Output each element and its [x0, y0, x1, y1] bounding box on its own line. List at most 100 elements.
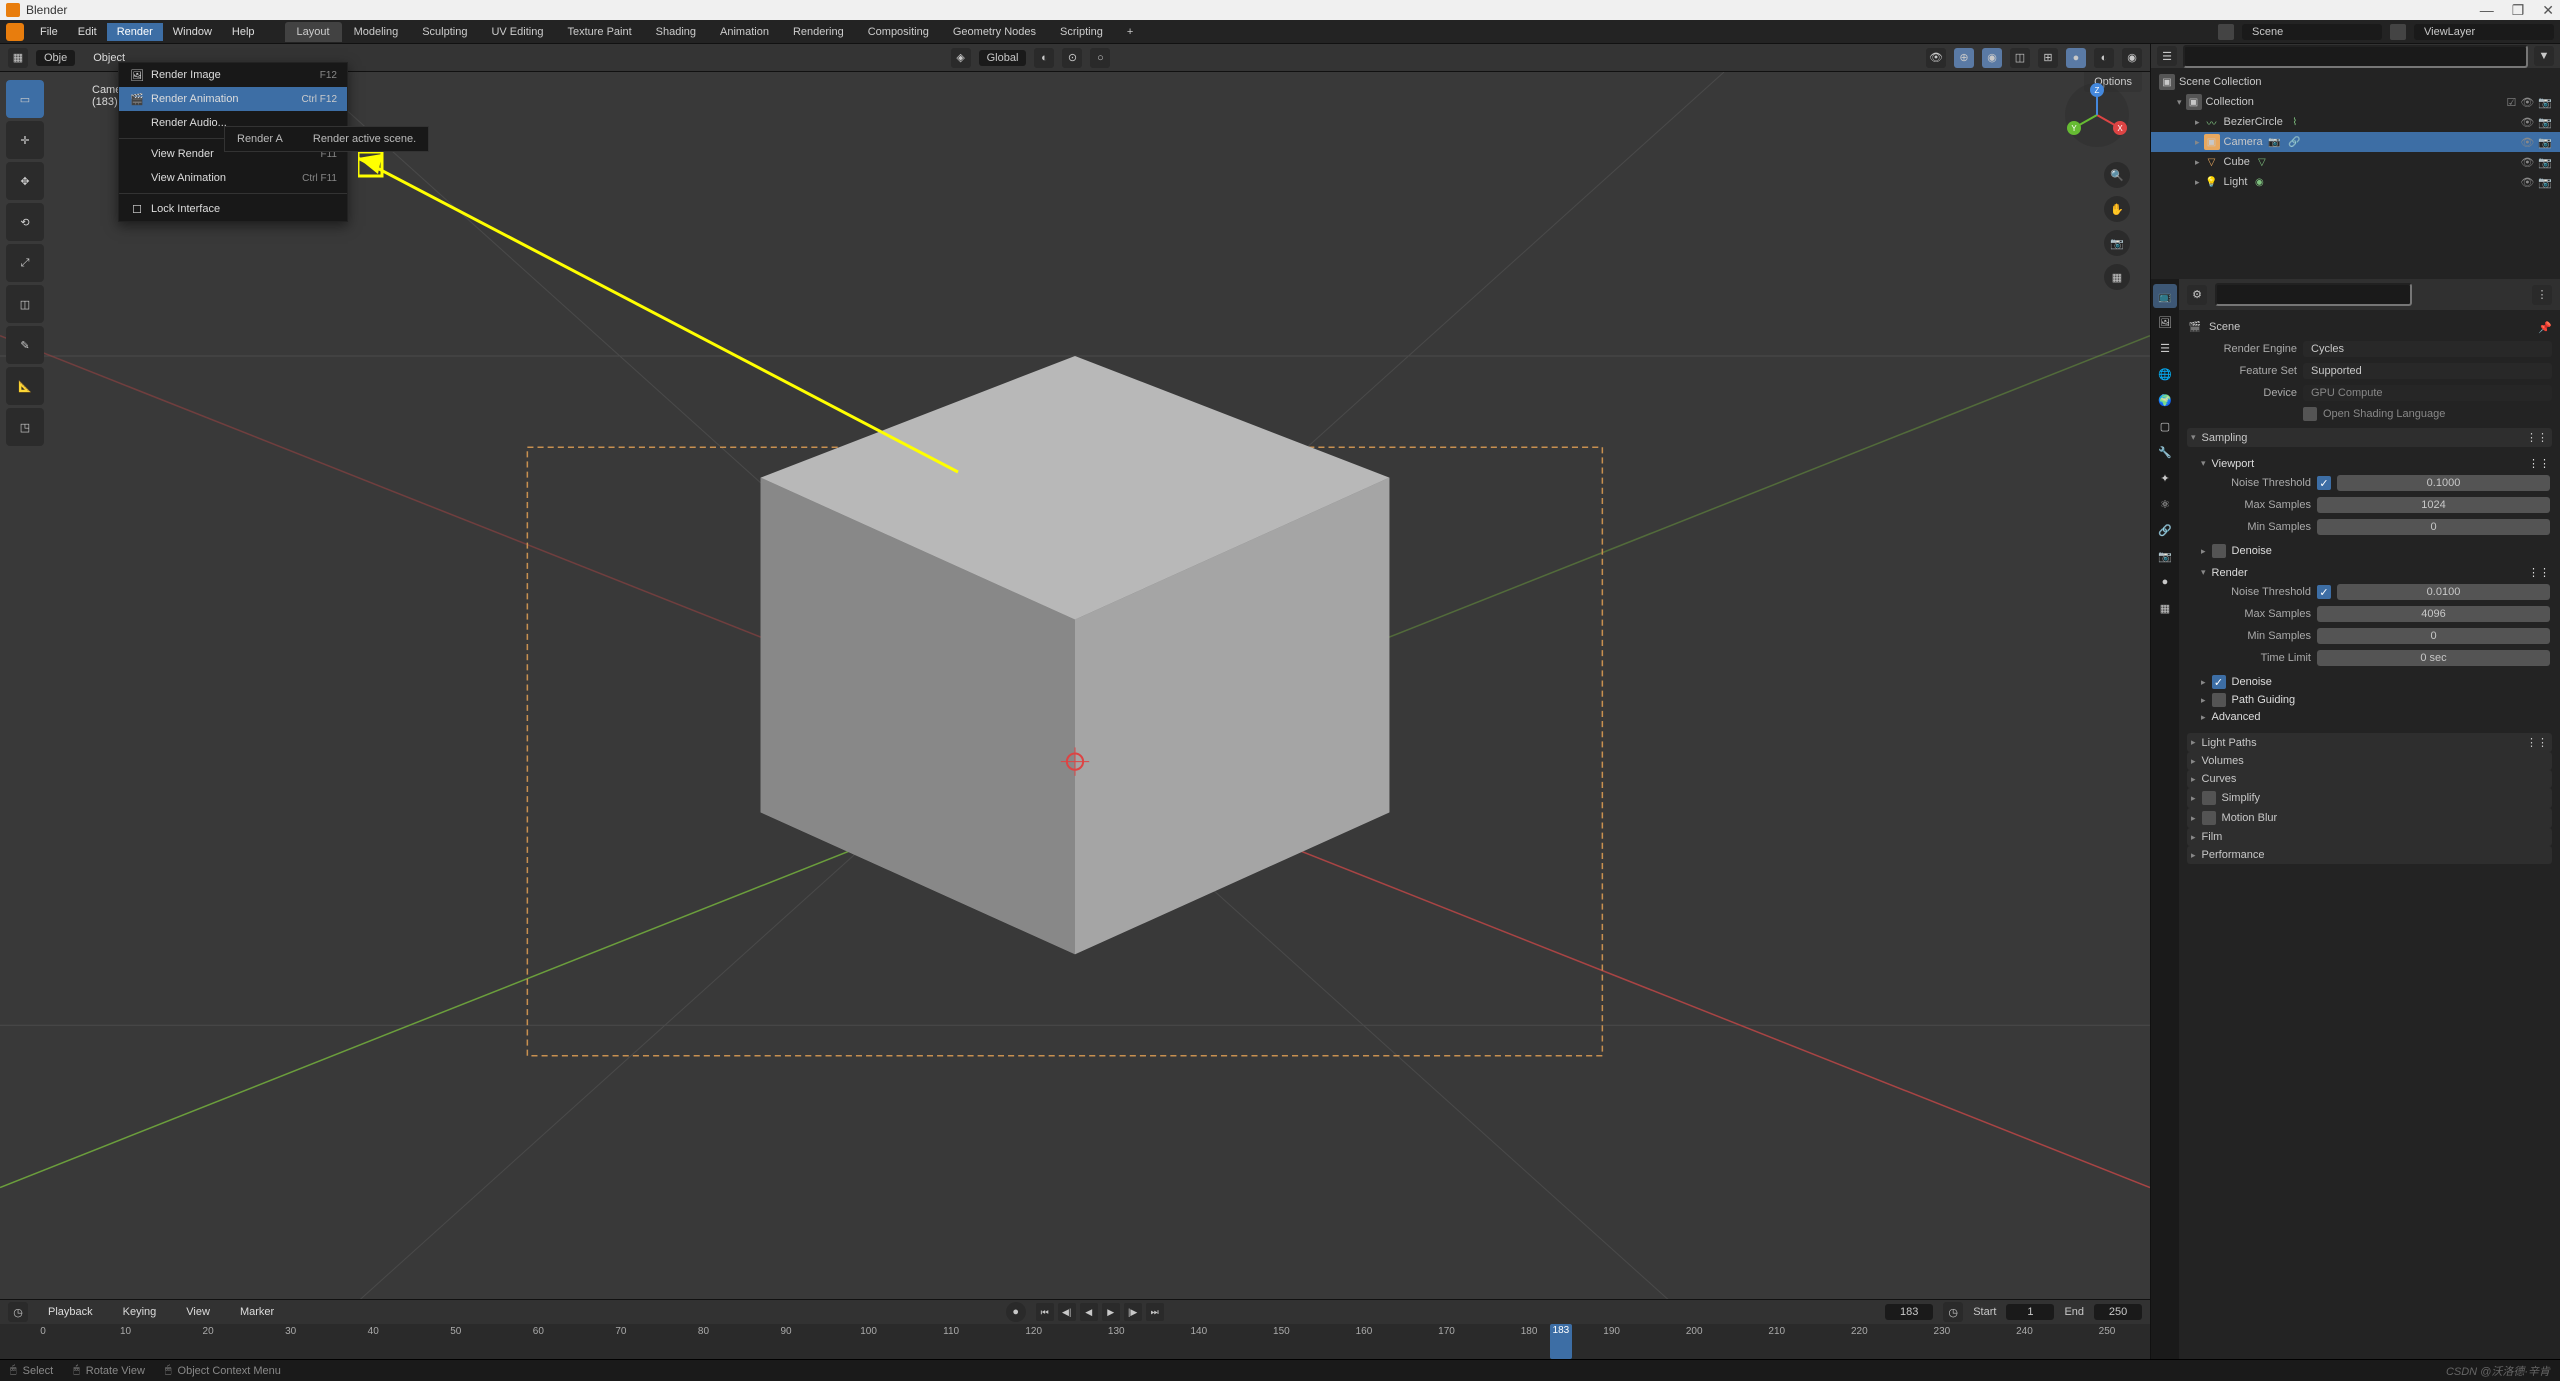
max-samples-field[interactable]: 4096 — [2317, 606, 2550, 622]
denoise-vp-checkbox[interactable] — [2212, 544, 2226, 558]
axis-gizmo[interactable]: X Y Z — [2062, 80, 2132, 150]
shading-wireframe-icon[interactable]: ⊞ — [2038, 48, 2058, 68]
tree-collection[interactable]: ▾ ▣ Collection ☑ 👁 📷 — [2151, 92, 2560, 112]
denoise-r-checkbox[interactable]: ✓ — [2212, 675, 2226, 689]
menu-help[interactable]: Help — [222, 23, 265, 41]
max-samples-field[interactable]: 1024 — [2317, 497, 2550, 513]
min-samples-field[interactable]: 0 — [2317, 519, 2550, 535]
jump-start-button[interactable]: ⏮ — [1036, 1303, 1054, 1321]
noise-threshold-field[interactable]: 0.0100 — [2337, 584, 2550, 600]
menu-file[interactable]: File — [30, 23, 68, 41]
camera-view-icon[interactable]: 📷 — [2104, 230, 2130, 256]
tab-sculpting[interactable]: Sculpting — [410, 22, 479, 42]
disable-render-icon[interactable]: 📷 — [2538, 96, 2552, 109]
visibility-icon[interactable]: 👁 — [1926, 48, 1946, 68]
light-paths-header[interactable]: ▸Light Paths⋮⋮ — [2187, 733, 2552, 752]
tree-item-camera[interactable]: ▸ ▣ Camera 📷 🔗 👁📷 — [2151, 132, 2560, 152]
tab-physics[interactable]: ⚛ — [2153, 492, 2177, 516]
path-guiding-checkbox[interactable] — [2212, 693, 2226, 707]
snap-icon[interactable]: ◐ — [1034, 48, 1054, 68]
chevron-right-icon[interactable]: ▸ — [2195, 137, 2200, 148]
volumes-header[interactable]: ▸Volumes — [2187, 752, 2552, 770]
tab-texture-paint[interactable]: Texture Paint — [555, 22, 643, 42]
overlays-icon[interactable]: ◉ — [1982, 48, 2002, 68]
viewlayer-dropdown[interactable]: ViewLayer — [2414, 24, 2554, 40]
tab-viewlayer[interactable]: ☰ — [2153, 336, 2177, 360]
tab-shading[interactable]: Shading — [644, 22, 708, 42]
chevron-right-icon[interactable]: ▸ — [2195, 157, 2200, 168]
tool-select-box[interactable]: ▭ — [6, 80, 44, 118]
render-image-item[interactable]: 🖼 Render Image F12 — [119, 63, 347, 87]
blender-logo-icon[interactable] — [6, 23, 24, 41]
render-animation-item[interactable]: 🎬 Render Animation Ctrl F12 — [119, 87, 347, 111]
pan-icon[interactable]: ✋ — [2104, 196, 2130, 222]
end-frame-field[interactable]: 250 — [2094, 1304, 2142, 1320]
noise-threshold-checkbox[interactable]: ✓ — [2317, 585, 2331, 599]
properties-editor-icon[interactable]: ⚙ — [2187, 285, 2207, 305]
simplify-checkbox[interactable] — [2202, 791, 2216, 805]
timeline-editor-icon[interactable]: ◷ — [8, 1302, 28, 1322]
tab-world[interactable]: 🌍 — [2153, 388, 2177, 412]
tab-data[interactable]: 📷 — [2153, 544, 2177, 568]
keyframe-prev-button[interactable]: ◀| — [1058, 1303, 1076, 1321]
panel-menu-icon[interactable]: ⋮⋮ — [2526, 736, 2548, 749]
tab-modifier[interactable]: 🔧 — [2153, 440, 2177, 464]
chevron-right-icon[interactable]: ▸ — [2195, 117, 2200, 128]
tab-modeling[interactable]: Modeling — [342, 22, 411, 42]
scene-dropdown[interactable]: Scene — [2242, 24, 2382, 40]
device-dropdown[interactable]: GPU Compute — [2303, 385, 2552, 401]
render-subsection-header[interactable]: ▾Render⋮⋮ — [2201, 564, 2550, 581]
menu-window[interactable]: Window — [163, 23, 222, 41]
tab-texture[interactable]: ▦ — [2153, 596, 2177, 620]
tab-rendering[interactable]: Rendering — [781, 22, 856, 42]
chevron-right-icon[interactable]: ▸ — [2195, 177, 2200, 188]
tool-measure[interactable]: 📐 — [6, 367, 44, 405]
tool-annotate[interactable]: ✎ — [6, 326, 44, 364]
options-icon[interactable]: ⋮ — [2532, 285, 2552, 305]
perspective-icon[interactable]: ▦ — [2104, 264, 2130, 290]
menu-render[interactable]: Render — [107, 23, 163, 41]
tool-add[interactable]: ◳ — [6, 408, 44, 446]
panel-menu-icon[interactable]: ⋮⋮ — [2526, 431, 2548, 444]
tab-compositing[interactable]: Compositing — [856, 22, 941, 42]
shading-matprev-icon[interactable]: ◐ — [2094, 48, 2114, 68]
tab-render[interactable]: 📺 — [2153, 284, 2177, 308]
exclude-checkbox[interactable]: ☑ — [2506, 96, 2516, 109]
timeline-ruler[interactable]: 183 010203040506070809010011012013014015… — [0, 1324, 2150, 1359]
tab-animation[interactable]: Animation — [708, 22, 781, 42]
tab-scripting[interactable]: Scripting — [1048, 22, 1115, 42]
min-samples-field[interactable]: 0 — [2317, 628, 2550, 644]
add-workspace-button[interactable]: + — [1115, 22, 1145, 42]
tree-item-cube[interactable]: ▸ ▽ Cube ▽ 👁📷 — [2151, 152, 2560, 172]
disable-render-icon[interactable]: 📷 — [2538, 136, 2552, 149]
orientation-dropdown[interactable]: Global — [979, 50, 1027, 66]
tool-scale[interactable]: ⤢ — [6, 244, 44, 282]
shading-rendered-icon[interactable]: ◉ — [2122, 48, 2142, 68]
keyframe-next-button[interactable]: |▶ — [1124, 1303, 1142, 1321]
osl-checkbox[interactable] — [2303, 407, 2317, 421]
hide-icon[interactable]: 👁 — [2520, 96, 2534, 109]
panel-menu-icon[interactable]: ⋮⋮ — [2528, 457, 2550, 470]
timeline-playback[interactable]: Playback — [38, 1303, 103, 1321]
jump-end-button[interactable]: ⏭ — [1146, 1303, 1164, 1321]
tab-scene[interactable]: 🌐 — [2153, 362, 2177, 386]
properties-search-input[interactable] — [2215, 283, 2412, 306]
outliner-search-input[interactable] — [2183, 45, 2528, 68]
auto-key-icon[interactable]: ● — [1006, 1302, 1026, 1322]
hide-icon[interactable]: 👁 — [2520, 176, 2534, 189]
noise-threshold-field[interactable]: 0.1000 — [2337, 475, 2550, 491]
pin-icon[interactable]: 📌 — [2538, 321, 2552, 334]
orientation-icon[interactable]: ◈ — [951, 48, 971, 68]
tool-transform[interactable]: ◫ — [6, 285, 44, 323]
timeline-keying[interactable]: Keying — [113, 1303, 167, 1321]
render-engine-dropdown[interactable]: Cycles — [2303, 341, 2552, 357]
tab-geometry-nodes[interactable]: Geometry Nodes — [941, 22, 1048, 42]
panel-menu-icon[interactable]: ⋮⋮ — [2528, 566, 2550, 579]
editor-type-icon[interactable]: ▦ — [8, 48, 28, 68]
lock-interface-item[interactable]: ☐ Lock Interface — [119, 197, 347, 221]
gizmo-icon[interactable]: ⊕ — [1954, 48, 1974, 68]
mode-dropdown[interactable]: Obje — [36, 50, 75, 66]
outliner-editor-icon[interactable]: ☰ — [2157, 46, 2177, 66]
tool-move[interactable]: ✥ — [6, 162, 44, 200]
play-button[interactable]: ▶ — [1102, 1303, 1120, 1321]
